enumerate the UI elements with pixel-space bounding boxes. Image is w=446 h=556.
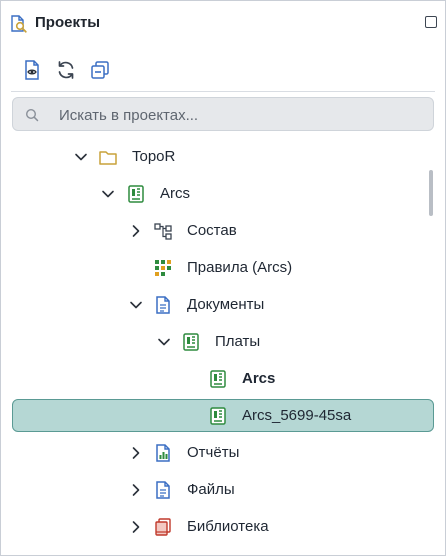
tree-scrollbar[interactable] bbox=[429, 170, 433, 216]
documents-icon bbox=[156, 296, 170, 314]
report-chart-icon bbox=[156, 444, 170, 462]
maximize-button[interactable] bbox=[425, 16, 437, 28]
search-box[interactable] bbox=[12, 97, 434, 131]
tree-node-label: Arcs_5699-45sa bbox=[242, 407, 352, 424]
panel-title: Проекты bbox=[35, 14, 101, 31]
tree-node-documents[interactable]: Документы bbox=[1, 287, 445, 324]
search-icon bbox=[25, 108, 39, 127]
tree-node-rules[interactable]: Правила (Arcs) bbox=[1, 250, 445, 287]
collapse-all-button[interactable] bbox=[87, 57, 113, 83]
tree-node-label: Arcs bbox=[242, 370, 276, 387]
tree-node-label: TopoR bbox=[132, 148, 176, 165]
tree-node-topor[interactable]: TopoR bbox=[1, 139, 445, 176]
folder-icon bbox=[99, 151, 117, 165]
board-project-icon bbox=[128, 185, 144, 203]
tree-node-reports[interactable]: Отчёты bbox=[1, 435, 445, 472]
chevron-right-icon[interactable] bbox=[129, 446, 143, 460]
tree-node-arcs-5699-45sa[interactable]: Arcs_5699-45sa bbox=[1, 398, 445, 435]
board-icon bbox=[210, 407, 226, 425]
tree-node-label: Правила (Arcs) bbox=[187, 259, 293, 276]
toolbar bbox=[1, 57, 445, 85]
chevron-right-icon[interactable] bbox=[129, 483, 143, 497]
rules-grid-icon bbox=[155, 260, 171, 276]
toolbar-divider bbox=[11, 91, 435, 92]
tree-node-label: Библиотека bbox=[187, 518, 269, 535]
tree-node-composition[interactable]: Состав bbox=[1, 213, 445, 250]
tree-node-arcs-project[interactable]: Arcs bbox=[1, 176, 445, 213]
tree-node-files[interactable]: Файлы bbox=[1, 472, 445, 509]
file-icon bbox=[156, 481, 170, 499]
tree-node-arcs-board[interactable]: Arcs bbox=[1, 361, 445, 398]
refresh-button[interactable] bbox=[53, 57, 79, 83]
chevron-right-icon[interactable] bbox=[129, 520, 143, 534]
tree-node-label: Отчёты bbox=[187, 444, 240, 461]
tree-node-boards[interactable]: Платы bbox=[1, 324, 445, 361]
refresh-icon bbox=[58, 61, 74, 79]
show-document-button[interactable] bbox=[19, 57, 45, 83]
projects-panel: Проекты Искать в проектах... TopoR Arcs … bbox=[0, 0, 446, 556]
chevron-down-icon[interactable] bbox=[101, 187, 115, 201]
collapse-all-icon bbox=[91, 61, 109, 79]
hierarchy-icon bbox=[154, 223, 172, 240]
tree-node-library[interactable]: Библиотека bbox=[1, 509, 445, 546]
tree-node-label: Arcs bbox=[160, 185, 190, 202]
panel-header: Проекты bbox=[1, 1, 445, 47]
chevron-down-icon[interactable] bbox=[157, 335, 171, 349]
document-eye-icon bbox=[25, 60, 39, 80]
chevron-right-icon[interactable] bbox=[129, 224, 143, 238]
chevron-down-icon[interactable] bbox=[74, 150, 88, 164]
tree-node-label: Платы bbox=[215, 333, 261, 350]
library-books-icon bbox=[155, 518, 171, 536]
board-icon bbox=[210, 370, 226, 388]
tree-node-label: Документы bbox=[187, 296, 265, 313]
tree-node-label: Состав bbox=[187, 222, 237, 239]
board-icon bbox=[183, 333, 199, 351]
chevron-down-icon[interactable] bbox=[129, 298, 143, 312]
search-input[interactable] bbox=[57, 104, 421, 126]
tree-node-label: Файлы bbox=[187, 481, 235, 498]
project-tree: TopoR Arcs Состав Правила (Arcs) Докумен… bbox=[1, 139, 445, 555]
projects-search-icon bbox=[9, 14, 29, 34]
